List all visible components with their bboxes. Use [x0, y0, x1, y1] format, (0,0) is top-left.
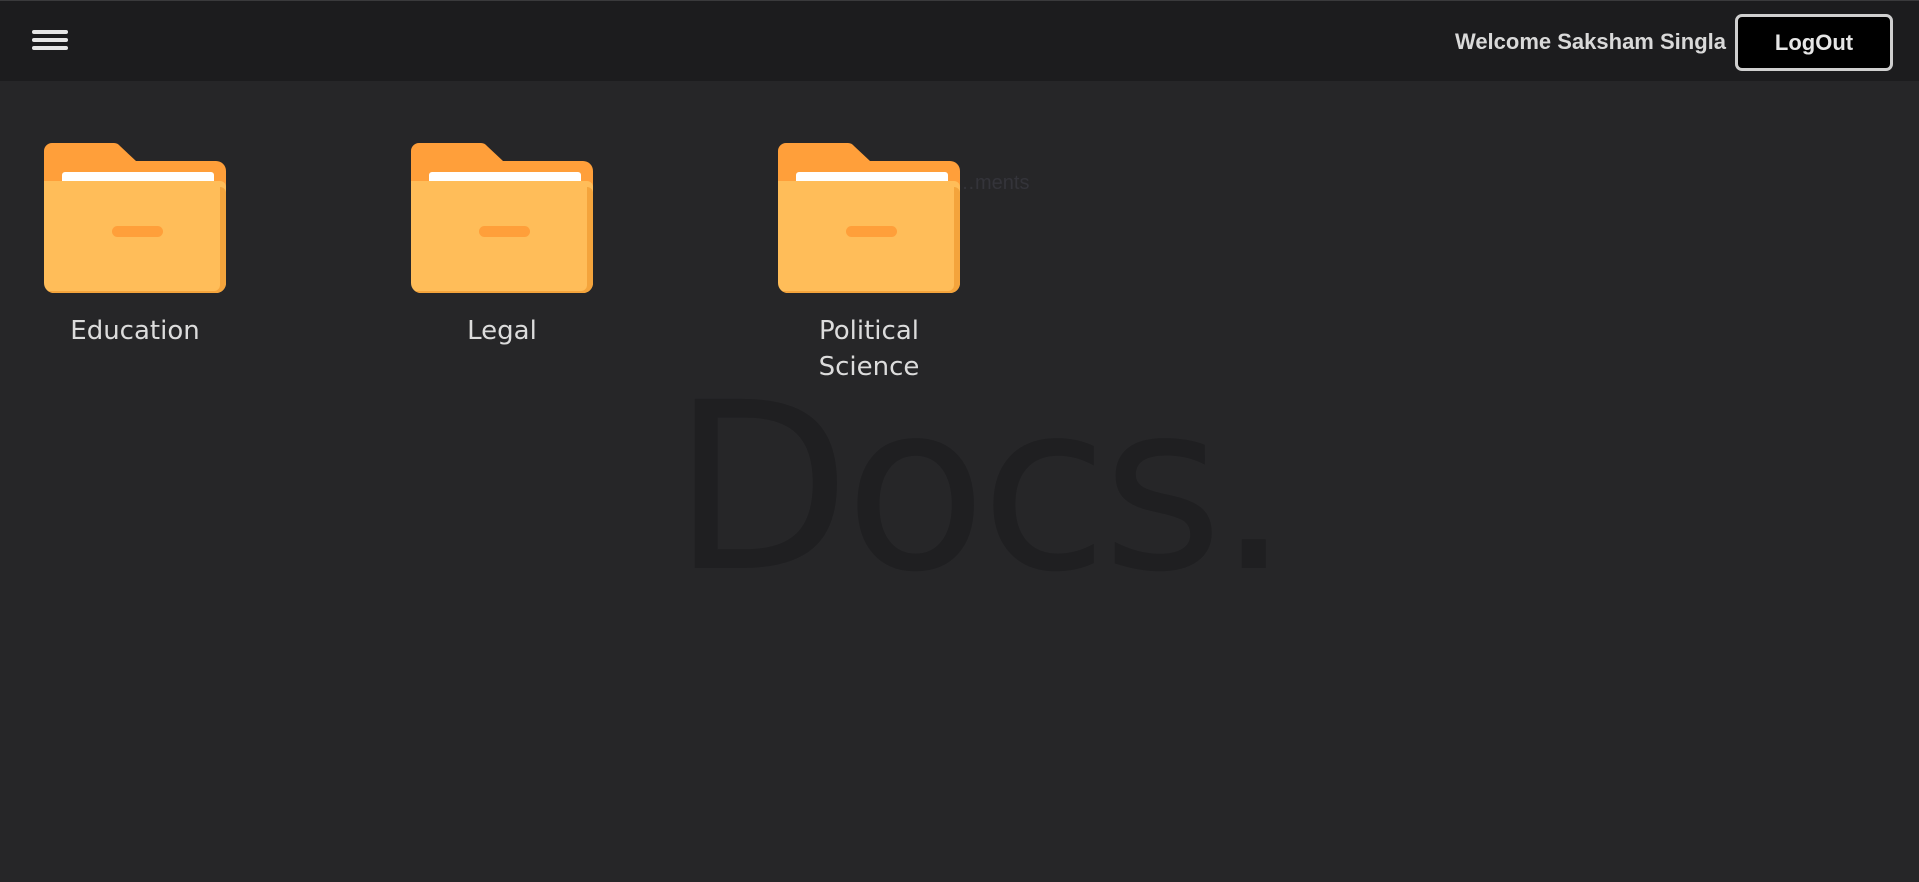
logout-button[interactable]: LogOut: [1735, 14, 1893, 71]
folder-legal[interactable]: Legal: [411, 143, 593, 349]
folder-label: Legal: [467, 316, 537, 346]
folder-political-science[interactable]: Political Science: [778, 143, 960, 385]
folder-icon: [411, 143, 593, 293]
docs-watermark: Docs.: [672, 353, 1291, 623]
folder-icon: [44, 143, 226, 293]
watermark-subtext: …ments: [955, 172, 1030, 194]
folder-education[interactable]: Education: [44, 143, 226, 349]
folder-label: Education: [70, 316, 200, 346]
folder-icon: [778, 143, 960, 293]
folder-label: Political Science: [818, 316, 920, 382]
welcome-text: Welcome Saksham Singla: [1454, 29, 1726, 54]
hamburger-menu-icon[interactable]: [28, 27, 70, 57]
top-navbar: Welcome Saksham Singla LogOut: [0, 0, 1919, 81]
